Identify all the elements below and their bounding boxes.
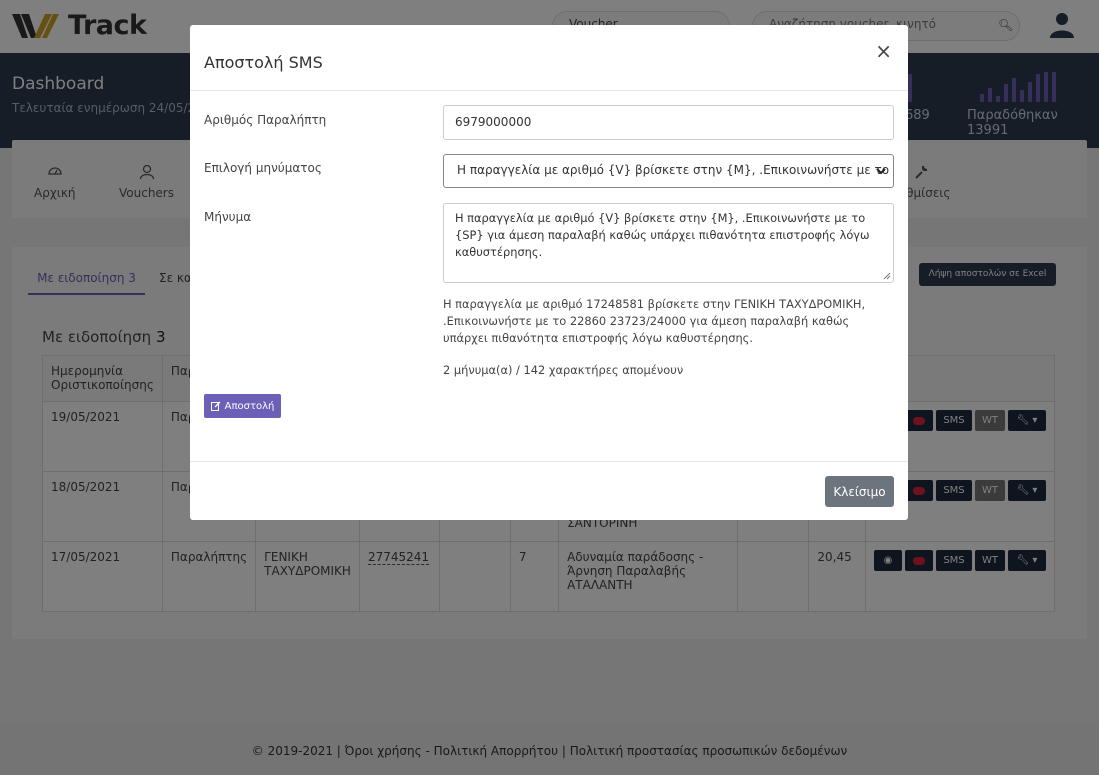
edit-icon [210, 401, 221, 411]
message-select-label: Επιλογή μηνύματος [204, 161, 322, 175]
send-button-label: Αποστολή [224, 400, 275, 412]
modal-title: Αποστολή SMS [204, 53, 323, 72]
modal-header: Αποστολή SMS × [190, 25, 908, 91]
recipient-phone-input[interactable]: 6979000000 [443, 105, 894, 140]
chevron-down-icon [876, 168, 886, 175]
message-preview: Η παραγγελία με αριθμό 17248581 βρίσκετε… [443, 297, 866, 345]
send-button[interactable]: Αποστολή [204, 394, 281, 418]
send-sms-modal: Αποστολή SMS × Αριθμός Παραλήπτη 6979000… [190, 25, 908, 520]
character-counter: 2 μήνυμα(α) / 142 χαρακτήρες απομένουν [443, 363, 684, 377]
message-template-value: Η παραγγελία με αριθμό {V} βρίσκετε στην… [457, 163, 893, 177]
modal-footer: Κλείσιμο [190, 461, 908, 520]
message-label: Μήνυμα [204, 210, 252, 224]
close-button[interactable]: Κλείσιμο [825, 476, 894, 507]
message-text: Η παραγγελία με αριθμό {V} βρίσκετε στην… [455, 211, 870, 259]
message-template-select[interactable]: Η παραγγελία με αριθμό {V} βρίσκετε στην… [443, 154, 894, 188]
message-textarea[interactable]: Η παραγγελία με αριθμό {V} βρίσκετε στην… [443, 203, 894, 283]
close-icon[interactable]: × [875, 41, 892, 61]
recipient-label: Αριθμός Παραλήπτη [204, 113, 327, 127]
resize-grip-icon[interactable] [883, 272, 891, 280]
